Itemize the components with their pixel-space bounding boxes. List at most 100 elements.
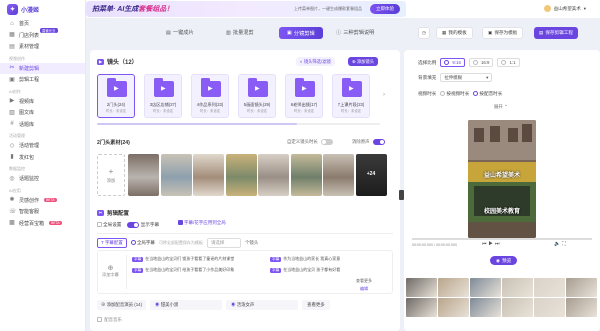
- sidebar-item-11[interactable]: ◇ 活动管理: [0, 140, 85, 152]
- tab-help[interactable]: ⓘ 三种剪辑说明: [336, 29, 374, 36]
- sidebar-item-label: 智能客服: [19, 209, 40, 216]
- preview-panel: 选择比例 9:16 16:9 1:1 背景填充 拉伸模糊 ▾ 视频时长 按视频时长…: [404, 50, 600, 331]
- material-thumbnail[interactable]: [323, 154, 354, 196]
- sidebar-item-12[interactable]: ▮ 发红包: [0, 152, 85, 164]
- my-template-button[interactable]: ▦ 我的模板: [436, 27, 473, 39]
- sidebar-item-7[interactable]: ▶ 视频库: [0, 96, 85, 108]
- shot-card[interactable]: 2门头(24)时长：未设定: [97, 74, 135, 118]
- brand[interactable]: ✦ 小漫姬: [0, 0, 85, 18]
- next-icon[interactable]: ⏭: [495, 241, 502, 247]
- subtitle-config-tab[interactable]: T 字幕配置: [97, 238, 127, 248]
- banner-cta-button[interactable]: 立即体验: [370, 4, 400, 14]
- scrollbar-thumb[interactable]: [97, 123, 297, 125]
- shot-filter-button[interactable]: ◐ 镜头筛选/滤镜: [296, 57, 335, 66]
- save-template-button[interactable]: ▣ 保存为模板: [482, 27, 524, 39]
- sidebar-item-17[interactable]: ☏ 智能客服: [0, 206, 85, 218]
- progress-bar[interactable]: [412, 238, 592, 240]
- subtitle-line-1[interactable]: 字幕 在当地益山的宝贝们 锁孩子看看了童谣的片刻课堂: [132, 256, 234, 262]
- sidebar-item-8[interactable]: ▨ 图文库: [0, 107, 85, 119]
- ratio-16-9[interactable]: 16:9: [468, 58, 494, 67]
- frame-thumbnail[interactable]: [534, 278, 565, 297]
- sidebar-item-label: 活动管理: [19, 143, 40, 150]
- frame-thumbnail[interactable]: [502, 278, 533, 297]
- sidebar-item-14[interactable]: ◎ 话题监控: [0, 173, 85, 185]
- global-voice-radio[interactable]: 全局字幕: [130, 240, 155, 246]
- material-thumbnail[interactable]: [290, 154, 322, 196]
- toggle-off[interactable]: [320, 139, 333, 145]
- shot-card[interactable]: 7上课片段(23)时长：未设定: [332, 74, 370, 118]
- frame-thumbnail[interactable]: [438, 278, 469, 297]
- voice-item-1[interactable]: ◉ 甜美小渡: [150, 300, 223, 310]
- frame-thumbnail[interactable]: [534, 298, 565, 317]
- expand-button[interactable]: 展开 ⌃: [494, 104, 508, 110]
- global-settings-check[interactable]: 全局设置: [97, 222, 121, 228]
- sidebar-item-16[interactable]: ✺ 灵感创作 BETA: [0, 195, 85, 207]
- bg-select[interactable]: 拉伸模糊 ▾: [440, 73, 493, 82]
- custom-duration-toggle[interactable]: 自定义镜头时长: [287, 139, 333, 145]
- panel-resize-handle[interactable]: [399, 190, 404, 200]
- material-thumbnail[interactable]: +24: [355, 154, 387, 196]
- voice-item-2[interactable]: ◉ 活泼女声: [226, 300, 299, 310]
- subtitle-line-2[interactable]: 字幕 在当地益山的宝贝们 给孩子看看了小作品美好印象: [132, 267, 234, 273]
- material-thumbnail[interactable]: [193, 154, 224, 196]
- shot-card[interactable]: 5画面镜头(29)时长：未设定: [238, 74, 276, 118]
- material-thumbnail[interactable]: [258, 154, 289, 196]
- history-button[interactable]: ◷: [418, 27, 431, 39]
- scissors-icon: ✂: [9, 65, 15, 72]
- duration-by-voice[interactable]: 按配音时长: [473, 91, 502, 97]
- frame-thumbnail[interactable]: [470, 278, 501, 297]
- sidebar-item-18[interactable]: ▩ 经营百宝箱 BETA: [0, 218, 85, 230]
- toggle-on[interactable]: [372, 139, 385, 145]
- sidebar-item-1[interactable]: ▦ 门店列表 直营元旦: [0, 27, 85, 42]
- frame-thumbnail[interactable]: [566, 278, 597, 297]
- more-subtitles-button[interactable]: 查看更多: [356, 278, 372, 284]
- tab-one-click[interactable]: ▤ 一键成片: [166, 29, 194, 37]
- frame-thumbnail[interactable]: [502, 298, 533, 317]
- shot-scrollbar[interactable]: [97, 123, 380, 125]
- remove-audio-toggle[interactable]: 消除原声: [352, 139, 385, 145]
- preview-button[interactable]: ◉ 预览: [490, 256, 518, 265]
- info-icon: ⓘ: [336, 30, 342, 36]
- shot-card[interactable]: 6老师出镜(17)时长：未设定: [285, 74, 323, 118]
- volume-icon[interactable]: 🔈: [554, 241, 562, 247]
- material-thumbnail[interactable]: [160, 154, 192, 196]
- more-voices-button[interactable]: 查看更多: [302, 300, 330, 310]
- shot-select[interactable]: 请选择: [206, 238, 241, 248]
- subtitle-global-check[interactable]: 字幕/花字应用到全局: [178, 220, 226, 226]
- add-shot-button[interactable]: ⊕ 添加镜头: [348, 57, 378, 66]
- duration-by-video[interactable]: 按视频时长: [440, 91, 469, 97]
- video-preview[interactable]: 益山希望美术 校园美术教育: [468, 120, 536, 238]
- material-thumbnail[interactable]: [225, 154, 257, 196]
- material-thumbnail[interactable]: [128, 154, 159, 196]
- add-material-button[interactable]: + 添加: [97, 154, 125, 196]
- frame-thumbnail[interactable]: [438, 298, 469, 317]
- subtitle-line-3[interactable]: 字幕 作为当地益山的家长 我真心家意: [270, 256, 340, 262]
- show-subtitle-toggle[interactable]: 显示字幕: [127, 222, 159, 228]
- sidebar-item-9[interactable]: # 话题库: [0, 119, 85, 131]
- add-subtitle-button[interactable]: ⊕ 添加字幕: [102, 264, 119, 278]
- shot-card[interactable]: 4作品系列(23)时长：未设定: [191, 74, 229, 118]
- ratio-9-16[interactable]: 9:16: [440, 58, 465, 67]
- frame-thumbnail[interactable]: [406, 298, 437, 317]
- sidebar-item-2[interactable]: ▤ 素材管理: [0, 41, 85, 53]
- frame-thumbnail[interactable]: [406, 278, 437, 297]
- ratio-1-1[interactable]: 1:1: [497, 58, 520, 67]
- folder-video-icon: [295, 78, 315, 97]
- tab-batch-mix[interactable]: ▥ 批量混剪: [226, 29, 254, 37]
- promo-banner[interactable]: 拍菜单· AI生成套餐组品！ 上传菜单图片，一键生成爆款套餐组品 立即体验: [86, 1, 406, 17]
- subtitle-line-4[interactable]: 字幕 在当地益山的宝贝 孩子都有好看: [270, 267, 340, 273]
- tab-storyboard[interactable]: ▣ 分镜剪辑: [279, 27, 323, 39]
- edit-subtitles-button[interactable]: 编辑: [360, 286, 368, 292]
- frame-thumbnail[interactable]: [566, 298, 597, 317]
- add-voice-button[interactable]: ⊕ 添加配音演员 (14): [97, 300, 147, 310]
- sidebar-item-4[interactable]: ✂ 新建剪辑: [0, 62, 85, 74]
- nav-section-title: 数据监控: [9, 166, 25, 171]
- save-project-button[interactable]: ▤ 保存剪辑工程: [534, 27, 578, 39]
- fullscreen-icon[interactable]: ⛶: [562, 241, 568, 247]
- user-menu[interactable]: 益山希望美术 ▾: [543, 5, 586, 12]
- nav-section-title: AI应用: [9, 187, 21, 193]
- shot-card[interactable]: 3店区店铺(27)时长：未设定: [144, 74, 182, 118]
- sidebar-item-5[interactable]: ▣ 剪辑工程: [0, 74, 85, 86]
- frame-thumbnail[interactable]: [470, 298, 501, 317]
- scroll-right-icon[interactable]: ›: [383, 92, 385, 98]
